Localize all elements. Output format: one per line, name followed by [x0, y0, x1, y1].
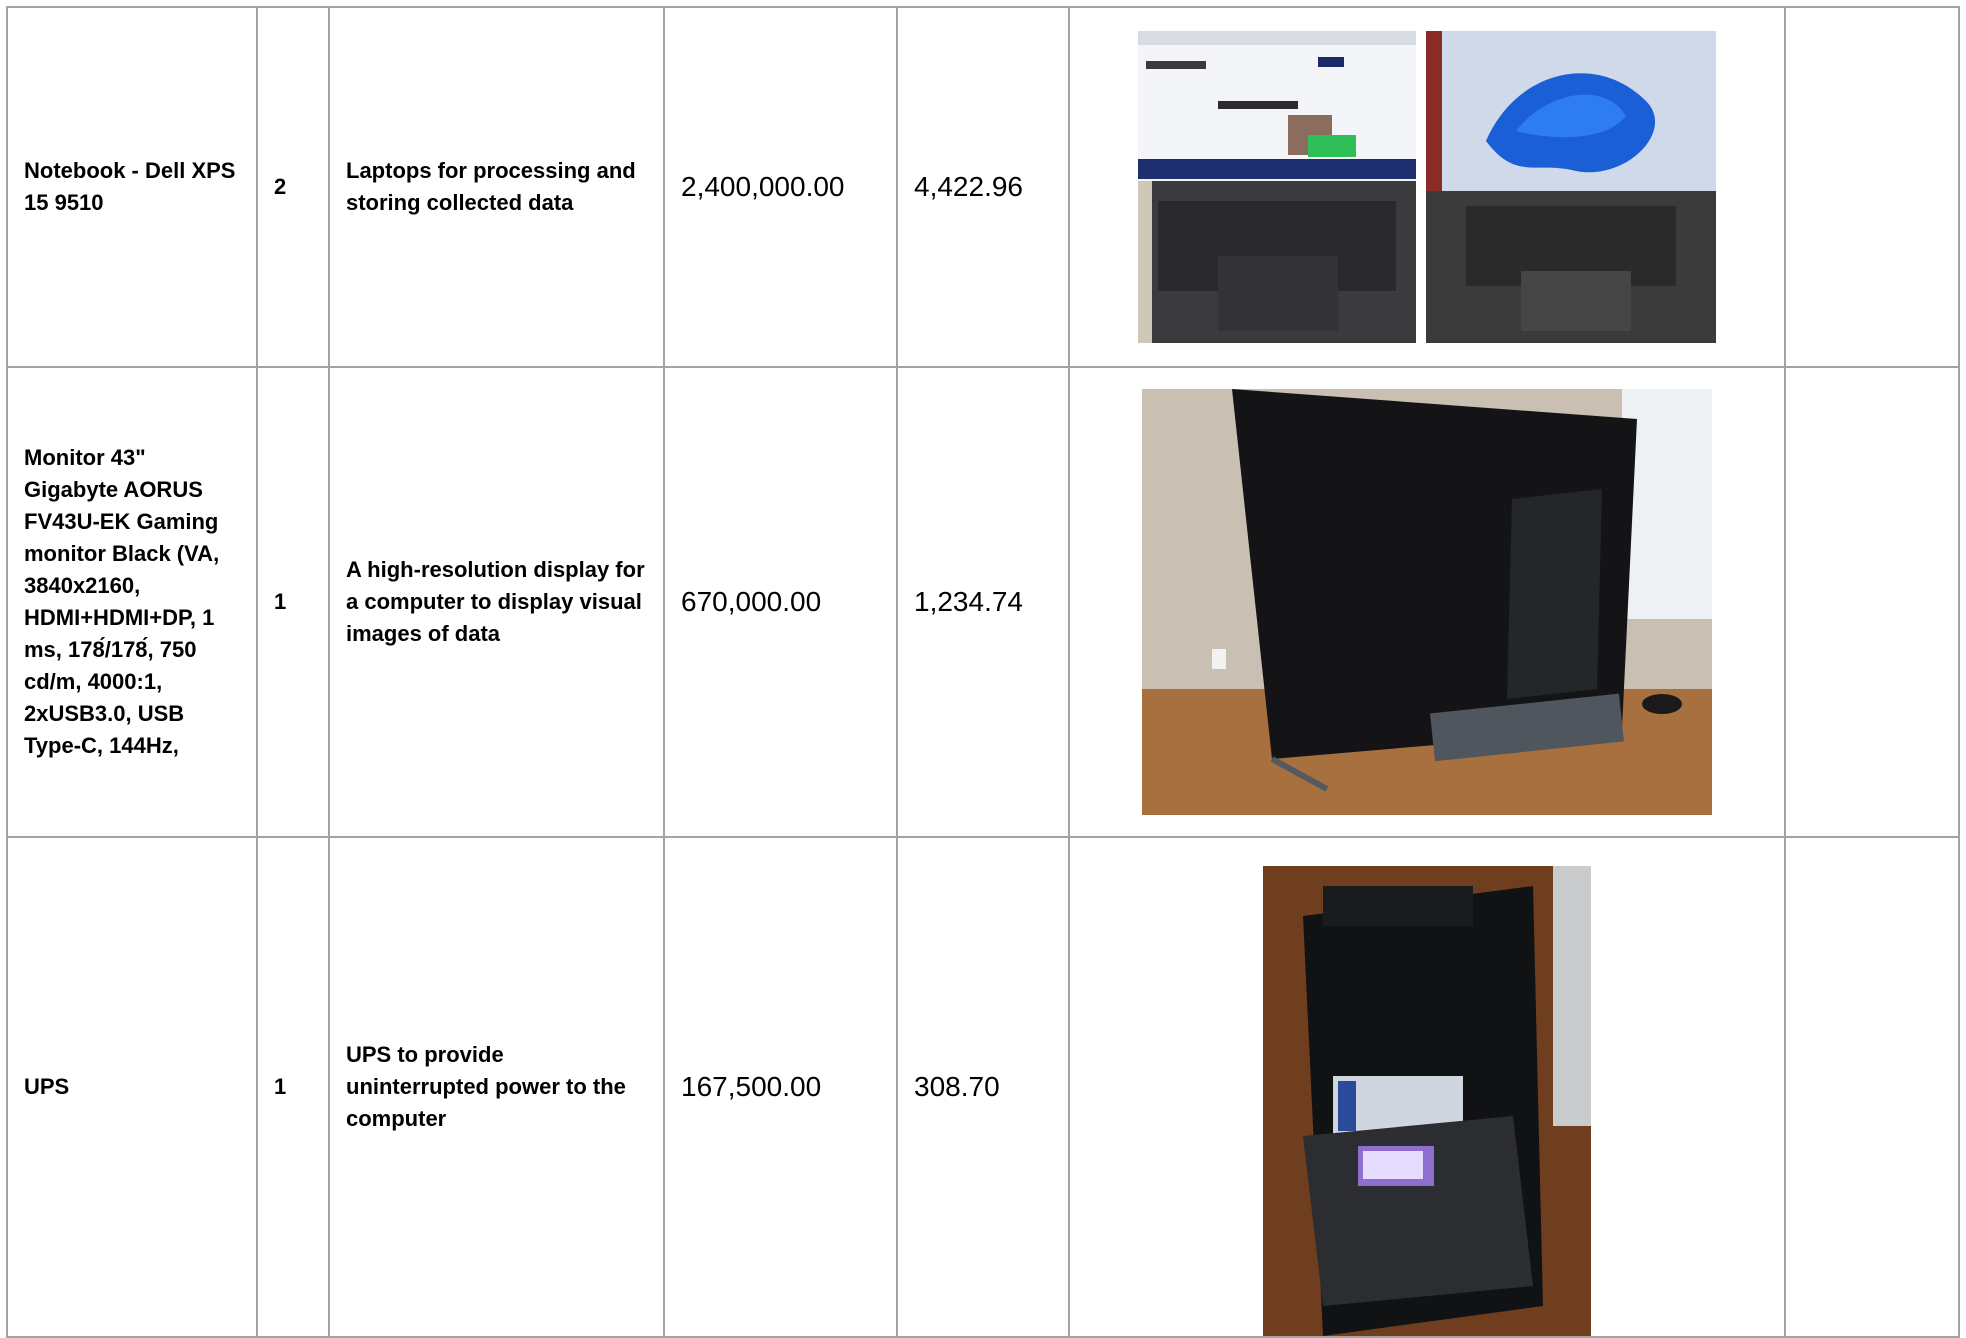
quantity-cell: 1 — [256, 836, 330, 1338]
price-usd-cell: 1,234.74 — [896, 366, 1070, 838]
photo-cell — [1068, 6, 1786, 368]
ups-photo — [1263, 866, 1591, 1336]
laptop-browser-photo — [1138, 31, 1416, 343]
table-row: Notebook - Dell XPS 15 9510 2 Laptops fo… — [6, 6, 1960, 368]
purpose-cell: Laptops for processing and storing colle… — [328, 6, 665, 368]
photo-cell — [1068, 366, 1786, 838]
item-name-cell: Monitor 43" Gigabyte AORUS FV43U-EK Gami… — [6, 366, 258, 838]
price-usd-cell: 308.70 — [896, 836, 1070, 1338]
item-name-cell: UPS — [6, 836, 258, 1338]
equipment-table: Notebook - Dell XPS 15 9510 2 Laptops fo… — [6, 6, 1960, 1338]
purpose-cell: A high-resolution display for a computer… — [328, 366, 665, 838]
purpose-cell: UPS to provide uninterrupted power to th… — [328, 836, 665, 1338]
price-local-cell: 670,000.00 — [663, 366, 898, 838]
empty-cell — [1784, 6, 1960, 368]
price-usd-cell: 4,422.96 — [896, 6, 1070, 368]
table-row: UPS 1 UPS to provide uninterrupted power… — [6, 836, 1960, 1338]
photo-cell — [1068, 836, 1786, 1338]
item-name-cell: Notebook - Dell XPS 15 9510 — [6, 6, 258, 368]
table-row: Monitor 43" Gigabyte AORUS FV43U-EK Gami… — [6, 366, 1960, 838]
empty-cell — [1784, 366, 1960, 838]
price-local-cell: 2,400,000.00 — [663, 6, 898, 368]
price-local-cell: 167,500.00 — [663, 836, 898, 1338]
quantity-cell: 2 — [256, 6, 330, 368]
monitor-photo — [1142, 389, 1712, 815]
quantity-cell: 1 — [256, 366, 330, 838]
empty-cell — [1784, 836, 1960, 1338]
laptop-windows-photo — [1426, 31, 1716, 343]
